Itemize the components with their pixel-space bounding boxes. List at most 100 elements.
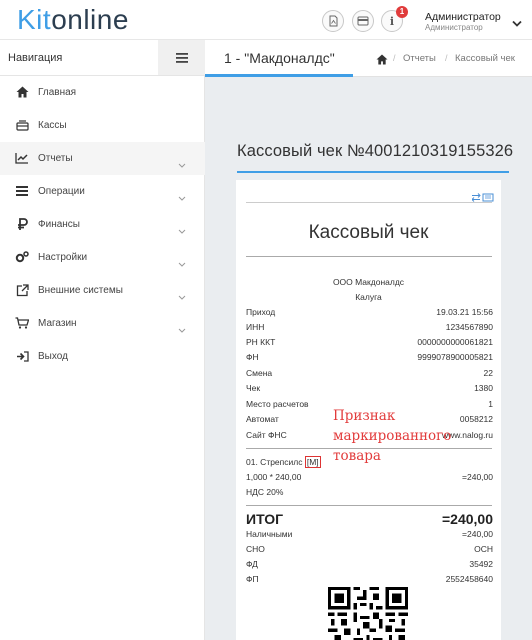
logo[interactable]: Kitonline xyxy=(17,4,129,36)
chevron-down-icon xyxy=(178,221,186,239)
receipt-row-key: СНО xyxy=(246,544,265,554)
receipt-divider xyxy=(246,505,492,506)
marking-annotation: Признак маркированного товара xyxy=(333,408,452,464)
main-content: 1 - "Макдоналдс" / Отчеты / Кассовый чек… xyxy=(205,40,532,640)
receipt-total-value: =240,00 xyxy=(442,511,493,527)
user-role: Администратор xyxy=(425,23,483,32)
receipt-row-key: Приход xyxy=(246,307,276,317)
receipt-org-name: ООО Макдоналдс xyxy=(332,277,405,287)
sidebar-item-label: Внешние системы xyxy=(38,285,123,296)
sidebar-item-home[interactable]: Главная xyxy=(0,76,205,109)
sidebar-header: Навигация xyxy=(0,40,205,76)
page-title: Кассовый чек №4001210319155326 xyxy=(237,142,514,160)
gears-icon xyxy=(15,250,29,264)
qr-code xyxy=(328,587,408,640)
pdf-document-icon[interactable] xyxy=(322,10,344,32)
receipt-row: ИНН 1234567890 xyxy=(246,322,493,335)
cash-register-icon xyxy=(15,118,29,132)
breadcrumb-separator: / xyxy=(445,53,448,63)
sidebar: Навигация Главная Кассы Отчеты Операции xyxy=(0,40,205,640)
receipt-row-value: 1380 xyxy=(474,383,493,393)
receipt-row: ФД 35492 xyxy=(246,559,493,572)
credit-card-icon[interactable] xyxy=(352,10,374,32)
receipt-toolbar-icons[interactable] xyxy=(471,189,494,207)
receipt-row-value: 2552458640 xyxy=(445,574,493,584)
receipt-row: Смена 22 xyxy=(246,368,493,381)
receipt-item-sum: =240,00 xyxy=(462,472,493,482)
receipt-row-value: 1 xyxy=(488,399,493,409)
chevron-down-icon xyxy=(178,254,186,272)
receipt-item-name: 01. Стрепсилс xyxy=(246,457,303,467)
logo-online: online xyxy=(51,4,129,35)
sidebar-item-reports[interactable]: Отчеты xyxy=(0,142,205,175)
chevron-down-icon xyxy=(178,320,186,338)
logout-icon xyxy=(15,349,29,363)
hamburger-menu-icon[interactable] xyxy=(158,40,205,75)
receipt-row-value: 35492 xyxy=(469,559,493,569)
sidebar-item-logout[interactable]: Выход xyxy=(0,340,205,373)
sidebar-item-cash-registers[interactable]: Кассы xyxy=(0,109,205,142)
sidebar-item-label: Выход xyxy=(38,351,68,362)
top-bar: Kitonline i 1 Администратор Администрато… xyxy=(0,0,532,40)
receipt-org-city: Калуга xyxy=(355,292,382,302)
marking-badge: [M] xyxy=(304,456,321,468)
list-icon xyxy=(15,184,29,198)
sidebar-item-label: Магазин xyxy=(38,318,77,329)
receipt-row-key: Сайт ФНС xyxy=(246,430,287,440)
title-divider xyxy=(237,171,509,173)
breadcrumb-reports[interactable]: Отчеты xyxy=(403,53,436,64)
receipt-item-sum-row: =240,00 xyxy=(246,472,493,485)
receipt-row-key: ФД xyxy=(246,559,258,569)
receipt-row-value: 19.03.21 15:56 xyxy=(436,307,493,317)
receipt-row: Наличными =240,00 xyxy=(246,529,493,542)
tab-company[interactable]: 1 - "Макдоналдс" xyxy=(224,50,335,66)
chevron-down-icon xyxy=(178,287,186,305)
receipt-row: Чек 1380 xyxy=(246,383,493,396)
receipt-top-divider xyxy=(246,202,492,203)
user-name[interactable]: Администратор xyxy=(425,11,501,23)
receipt-row-value: 1234567890 xyxy=(445,322,493,332)
external-link-icon xyxy=(15,283,29,297)
receipt-total-label: ИТОГ xyxy=(246,511,284,527)
sidebar-item-finance[interactable]: Финансы xyxy=(0,208,205,241)
receipt-row-value: =240,00 xyxy=(462,529,493,539)
receipt-row: Приход 19.03.21 15:56 xyxy=(246,307,493,320)
receipt-row: СНО ОСН xyxy=(246,544,493,557)
chevron-down-icon[interactable] xyxy=(512,14,522,32)
home-icon[interactable] xyxy=(376,52,388,70)
sidebar-item-settings[interactable]: Настройки xyxy=(0,241,205,274)
sidebar-item-external-systems[interactable]: Внешние системы xyxy=(0,274,205,307)
receipt-heading: Кассовый чек xyxy=(308,222,429,243)
receipt-item-vat: НДС 20% xyxy=(246,487,284,497)
header-bar: 1 - "Макдоналдс" / Отчеты / Кассовый чек xyxy=(205,40,532,77)
receipt-row-key: ФП xyxy=(246,574,259,584)
receipt-row-value: 9999078900005821 xyxy=(417,352,493,362)
breadcrumb-separator: / xyxy=(393,53,396,63)
sidebar-item-shop[interactable]: Магазин xyxy=(0,307,205,340)
logo-kit: Kit xyxy=(17,4,52,35)
receipt-row-key: ФН xyxy=(246,352,259,362)
notification-badge: 1 xyxy=(396,6,408,18)
receipt-row-key: Смена xyxy=(246,368,273,378)
sidebar-item-label: Главная xyxy=(38,87,77,98)
breadcrumb-current: Кассовый чек xyxy=(455,53,515,64)
chart-icon xyxy=(15,151,29,165)
receipt-row: ФН 9999078900005821 xyxy=(246,352,493,365)
receipt-row-value: ОСН xyxy=(474,544,493,554)
receipt-row-value: 0000000000061821 xyxy=(417,337,493,347)
receipt-row-key: Чек xyxy=(246,383,261,393)
sidebar-item-label: Операции xyxy=(38,186,85,197)
sidebar-item-label: Кассы xyxy=(38,120,67,131)
receipt-row-key: Наличными xyxy=(246,529,293,539)
sidebar-item-operations[interactable]: Операции xyxy=(0,175,205,208)
receipt-row-key: ИНН xyxy=(246,322,265,332)
receipt-row-key: РН ККТ xyxy=(246,337,276,347)
receipt-row: ФП 2552458640 xyxy=(246,574,493,587)
receipt-row-key: Место расчетов xyxy=(246,399,309,409)
receipt-row: РН ККТ 0000000000061821 xyxy=(246,337,493,350)
receipt-item-line: 01. Стрепсилс [M] xyxy=(246,456,321,468)
sidebar-title: Навигация xyxy=(8,52,63,64)
receipt-divider xyxy=(246,256,492,257)
chevron-down-icon xyxy=(178,188,186,206)
sidebar-item-label: Отчеты xyxy=(38,153,73,164)
